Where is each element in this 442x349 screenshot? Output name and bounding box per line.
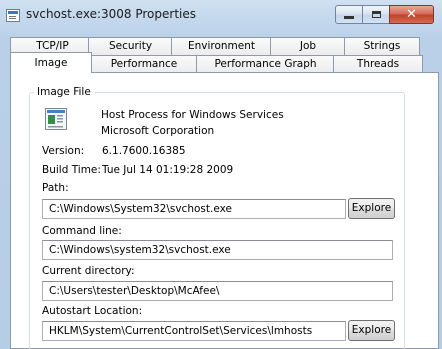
maximize-icon — [371, 11, 381, 18]
close-button[interactable]: ✕ — [389, 5, 434, 24]
autostart-location-field[interactable]: HKLM\System\CurrentControlSet\Services\l… — [42, 321, 346, 341]
tab-environment[interactable]: Environment — [171, 37, 272, 55]
build-time-label: Build Time: — [42, 164, 101, 176]
properties-window: svchost.exe:3008 Properties ✕ TCP/IP Sec… — [0, 0, 442, 349]
current-directory-field[interactable]: C:\Users\tester\Desktop\McAfee\ — [42, 281, 393, 301]
path-label: Path: — [42, 182, 69, 194]
application-icon — [45, 108, 67, 130]
image-file-legend: Image File — [34, 86, 94, 98]
version-value: 6.1.7600.16385 — [102, 145, 186, 157]
window-app-icon — [6, 9, 20, 22]
close-icon: ✕ — [406, 7, 417, 22]
path-explore-button[interactable]: Explore — [348, 198, 395, 219]
tab-job[interactable]: Job — [270, 37, 346, 55]
build-time-value: Tue Jul 14 01:19:28 2009 — [102, 164, 234, 176]
current-directory-label: Current directory: — [42, 265, 135, 277]
image-company: Microsoft Corporation — [101, 125, 215, 137]
autostart-location-label: Autostart Location: — [42, 305, 143, 317]
window-title: svchost.exe:3008 Properties — [26, 7, 196, 21]
autostart-explore-button[interactable]: Explore — [348, 320, 395, 341]
tab-performance-graph[interactable]: Performance Graph — [196, 55, 335, 73]
tab-security[interactable]: Security — [88, 37, 173, 55]
minimize-button[interactable] — [335, 5, 363, 24]
tab-performance[interactable]: Performance — [90, 55, 198, 73]
version-label: Version: — [42, 145, 85, 157]
image-description: Host Process for Windows Services — [101, 109, 284, 121]
tab-threads[interactable]: Threads — [333, 55, 423, 73]
minimize-icon — [344, 16, 354, 19]
maximize-button[interactable] — [362, 5, 390, 24]
path-field[interactable]: C:\Windows\System32\svchost.exe — [42, 199, 346, 219]
tab-image[interactable]: Image — [10, 52, 92, 73]
command-line-label: Command line: — [42, 225, 122, 237]
tab-strings[interactable]: Strings — [344, 37, 420, 55]
command-line-field[interactable]: C:\Windows\system32\svchost.exe — [42, 240, 393, 260]
